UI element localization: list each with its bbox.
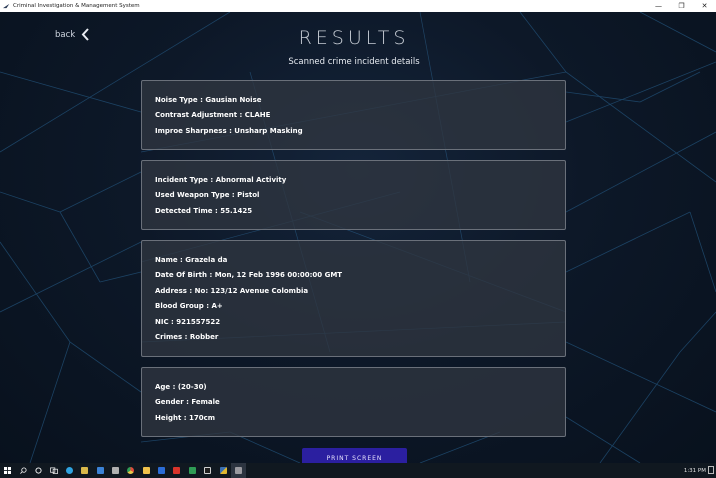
taskbar-lock[interactable] (108, 463, 123, 478)
mail-icon (96, 467, 104, 474)
page-title: RESULTS (298, 27, 410, 49)
dob-line: Date Of Birth : Mon, 12 Feb 1996 00:00:0… (155, 271, 343, 280)
detected-time-line: Detected Time : 55.1425 (155, 206, 253, 215)
print-screen-button[interactable]: PRINT SCREEN (302, 448, 407, 463)
cortana-icon (35, 467, 42, 474)
excel-icon (188, 467, 196, 474)
app-feather-icon (3, 3, 10, 9)
taskbar-store[interactable] (77, 463, 92, 478)
taskbar-terminal[interactable] (200, 463, 215, 478)
python-icon (219, 467, 227, 474)
taskbar-chrome[interactable] (123, 463, 138, 478)
taskbar-acrobat[interactable] (169, 463, 184, 478)
restore-button[interactable]: ❐ (670, 0, 693, 12)
taskbar-python[interactable] (215, 463, 230, 478)
explorer-icon (142, 467, 150, 474)
height-line: Height : 170cm (155, 413, 216, 422)
age-line: Age : (20-30) (155, 383, 207, 391)
task-view-icon (50, 467, 58, 474)
taskbar-explorer[interactable] (139, 463, 154, 478)
contrast-line: Contrast Adjustment : CLAHE (155, 111, 271, 120)
cortana-button[interactable] (31, 463, 46, 478)
task-view-button[interactable] (46, 463, 61, 478)
minimize-button[interactable]: — (647, 0, 670, 12)
address-line: Address : No: 123/12 Avenue Colombia (155, 286, 309, 295)
noise-type-line: Noise Type : Gausian Noise (155, 96, 262, 104)
taskbar-excel[interactable] (185, 463, 200, 478)
incident-card: Incident Type : Abnormal Activity Used W… (141, 160, 566, 230)
taskbar: 1:31 PM (0, 463, 716, 478)
page-subtitle: Scanned crime incident details (288, 57, 420, 67)
start-button[interactable] (0, 463, 15, 478)
search-icon (19, 467, 27, 474)
word-icon (158, 467, 166, 474)
windows-start-icon (4, 467, 12, 474)
window-title: Criminal Investigation & Management Syst… (13, 3, 140, 9)
app-content: back RESULTS Scanned crime incident deta… (0, 12, 716, 463)
chrome-icon (127, 467, 135, 474)
incident-type-line: Incident Type : Abnormal Activity (155, 176, 287, 184)
lock-icon (111, 467, 119, 474)
store-icon (81, 467, 89, 474)
sharpness-line: Improe Sharpness : Unsharp Masking (155, 126, 303, 135)
gender-line: Gender : Female (155, 398, 220, 407)
window-controls: — ❐ ✕ (647, 0, 716, 12)
edge-icon (65, 467, 73, 474)
taskbar-word[interactable] (154, 463, 169, 478)
app-window-icon (235, 467, 243, 474)
processing-card: Noise Type : Gausian Noise Contrast Adju… (141, 80, 566, 150)
blood-group-line: Blood Group : A+ (155, 302, 223, 311)
nic-line: NIC : 921557522 (155, 317, 221, 326)
name-line: Name : Grazela da (155, 256, 228, 264)
taskbar-mail[interactable] (92, 463, 107, 478)
close-button[interactable]: ✕ (693, 0, 716, 12)
search-button[interactable] (15, 463, 30, 478)
suspect-card: Name : Grazela da Date Of Birth : Mon, 1… (141, 240, 566, 357)
system-clock[interactable]: 1:31 PM (684, 463, 706, 478)
physical-card: Age : (20-30) Gender : Female Height : 1… (141, 367, 566, 437)
notification-icon[interactable] (708, 466, 714, 474)
taskbar-edge[interactable] (62, 463, 77, 478)
taskbar-app-window[interactable] (230, 463, 247, 478)
acrobat-icon (173, 467, 181, 474)
weapon-type-line: Used Weapon Type : Pistol (155, 191, 260, 200)
crimes-line: Crimes : Robber (155, 332, 219, 341)
terminal-icon (204, 467, 212, 474)
